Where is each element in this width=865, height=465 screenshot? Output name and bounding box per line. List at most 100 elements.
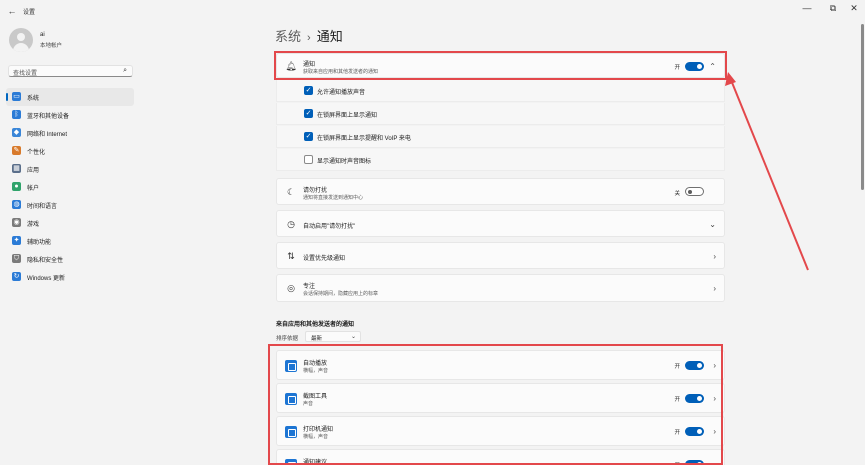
- maximize-button[interactable]: ⧉: [825, 3, 841, 14]
- sidebar-item-label: 应用: [27, 168, 40, 174]
- app-toggle[interactable]: [685, 460, 704, 465]
- chevron-right-icon[interactable]: ›: [713, 427, 716, 436]
- notification-option[interactable]: 显示通知时声音图标: [276, 149, 725, 171]
- app-notification-row[interactable]: 截图工具 声音 开 ›: [276, 383, 725, 413]
- sidebar-item[interactable]: ⛉ 隐私和安全性: [6, 250, 134, 268]
- sidebar-item-label: 辅助功能: [27, 240, 52, 246]
- sidebar-item-label: 网络和 Internet: [27, 132, 68, 138]
- chevron-right-icon[interactable]: ›: [713, 252, 716, 261]
- sidebar-item-label: 帐户: [27, 186, 40, 192]
- app-toggle[interactable]: [685, 361, 704, 370]
- app-subtitle: 横幅，声音: [303, 368, 329, 374]
- checkbox[interactable]: ✓: [304, 109, 313, 118]
- focus-subtitle: 会话保持期间，隐藏应用上的标章: [303, 291, 379, 297]
- sidebar-item[interactable]: ᛒ 蓝牙和其他设备: [6, 106, 134, 124]
- chevron-right-icon[interactable]: ›: [713, 361, 716, 370]
- sidebar-item[interactable]: ✎ 个性化: [6, 142, 134, 160]
- brush-icon: ✎: [12, 146, 21, 155]
- priority-card[interactable]: ⇅ 设置优先级通知 ›: [276, 242, 725, 269]
- sidebar-item-label: 时间和语言: [27, 204, 58, 210]
- notifications-toggle[interactable]: [685, 62, 704, 71]
- annotation-arrow: [725, 72, 809, 271]
- chevron-down-icon: ⌄: [350, 334, 356, 340]
- clock-icon: ◷: [287, 219, 295, 229]
- gamepad-icon: ◉: [12, 218, 21, 227]
- chevron-down-icon[interactable]: ⌄: [709, 220, 716, 229]
- chevron-up-icon[interactable]: ⌃: [709, 62, 716, 71]
- apps-section-title: 来自应用和其他发送者的通知: [276, 322, 355, 328]
- sidebar-item-label: Windows 更新: [27, 276, 66, 282]
- chevron-right-icon[interactable]: ›: [713, 460, 716, 465]
- breadcrumb-parent[interactable]: 系统: [275, 29, 301, 44]
- notifications-state: 开: [674, 65, 680, 71]
- priority-icon: ⇅: [287, 251, 295, 261]
- option-label: 允许通知播放声音: [317, 90, 366, 96]
- title-bar: ← 设置 — ⧉ ✕: [0, 0, 865, 22]
- sidebar-item[interactable]: ◉ 游戏: [6, 214, 134, 232]
- bluetooth-icon: ᛒ: [12, 110, 21, 119]
- moon-bell-icon: ☾: [286, 187, 296, 197]
- notifications-card[interactable]: 🔔︎ 通知 获取来自应用和其他发送者的通知 开 ⌃: [276, 53, 725, 78]
- priority-title: 设置优先级通知: [303, 256, 346, 262]
- sidebar-item[interactable]: ▭ 系统: [6, 88, 134, 106]
- app-notification-row[interactable]: 通知建议 开 ›: [276, 449, 725, 465]
- printer-icon: [285, 426, 297, 438]
- notification-option[interactable]: ✓ 在锁屏界面上显示提醒和 VoIP 来电: [276, 126, 725, 148]
- focus-icon: ◎: [287, 283, 295, 293]
- apps-icon: ▦: [12, 164, 21, 173]
- minimize-button[interactable]: —: [799, 3, 815, 13]
- app-toggle[interactable]: [685, 427, 704, 436]
- avatar[interactable]: [9, 28, 33, 52]
- notification-option[interactable]: ✓ 在锁屏界面上显示通知: [276, 103, 725, 125]
- sidebar-item-label: 蓝牙和其他设备: [27, 114, 70, 120]
- sidebar-item[interactable]: ✦ 辅助功能: [6, 232, 134, 250]
- checkbox[interactable]: ✓: [304, 132, 313, 141]
- close-button[interactable]: ✕: [846, 3, 862, 14]
- account-type: 本地帐户: [40, 43, 63, 49]
- update-icon: ↻: [12, 272, 21, 281]
- chevron-right-icon[interactable]: ›: [713, 284, 716, 293]
- app-title: 通知建议: [303, 460, 328, 465]
- globe-icon: ◍: [12, 200, 21, 209]
- option-label: 在锁屏界面上显示提醒和 VoIP 来电: [317, 136, 411, 142]
- sidebar-item[interactable]: ● 帐户: [6, 178, 134, 196]
- option-label: 显示通知时声音图标: [317, 159, 372, 165]
- app-notification-row[interactable]: 打印机通知 横幅，声音 开 ›: [276, 416, 725, 446]
- accessibility-icon: ✦: [12, 236, 21, 245]
- focus-card[interactable]: ◎ 专注 会话保持期间，隐藏应用上的标章 ›: [276, 274, 725, 302]
- sort-dropdown[interactable]: 最新 ⌄: [305, 331, 361, 342]
- dnd-subtitle: 通知将直接发送到通知中心: [303, 195, 364, 201]
- notifications-subtitle: 获取来自应用和其他发送者的通知: [303, 69, 379, 75]
- notification-option[interactable]: ✓ 允许通知播放声音: [276, 80, 725, 102]
- sidebar-item-label: 个性化: [27, 150, 46, 156]
- shield-icon: ⛉: [12, 254, 21, 263]
- sidebar-item[interactable]: ◆ 网络和 Internet: [6, 124, 134, 142]
- sidebar-item[interactable]: ▦ 应用: [6, 160, 134, 178]
- dnd-card[interactable]: ☾ 请勿打扰 通知将直接发送到通知中心 关: [276, 178, 725, 205]
- checkbox[interactable]: ✓: [304, 86, 313, 95]
- user-name: ai: [40, 32, 45, 38]
- auto-dnd-title: 自动启用"请勿打扰": [303, 224, 356, 230]
- sort-label: 排序依据: [276, 336, 299, 342]
- chevron-right-icon[interactable]: ›: [713, 394, 716, 403]
- system-icon: ▭: [12, 92, 21, 101]
- checkbox[interactable]: [304, 155, 313, 164]
- sidebar-item-label: 隐私和安全性: [27, 258, 64, 264]
- app-notification-row[interactable]: 自动播放 横幅，声音 开 ›: [276, 350, 725, 380]
- app-toggle[interactable]: [685, 394, 704, 403]
- focus-title: 专注: [303, 284, 316, 290]
- auto-dnd-card[interactable]: ◷ 自动启用"请勿打扰" ⌄: [276, 210, 725, 237]
- wifi-icon: ◆: [12, 128, 21, 137]
- sidebar-item[interactable]: ◍ 时间和语言: [6, 196, 134, 214]
- back-arrow-icon[interactable]: ←: [6, 5, 18, 17]
- scrollbar[interactable]: [861, 24, 864, 190]
- search-input[interactable]: 查找设置 ⌕: [8, 65, 133, 77]
- app-subtitle: 声音: [303, 401, 314, 407]
- sidebar-item[interactable]: ↻ Windows 更新: [6, 268, 134, 286]
- dnd-title: 请勿打扰: [303, 188, 328, 194]
- chevron-right-icon: ›: [307, 32, 311, 44]
- dnd-toggle[interactable]: [685, 187, 704, 196]
- search-placeholder: 查找设置: [13, 71, 38, 77]
- app-subtitle: 横幅，声音: [303, 434, 329, 440]
- app-state: 开: [674, 430, 680, 436]
